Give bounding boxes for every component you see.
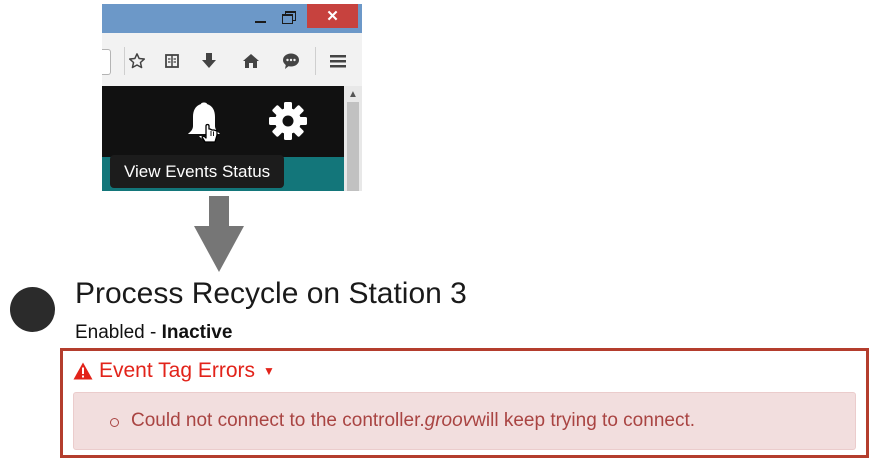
close-button[interactable]: ✕ bbox=[307, 4, 358, 28]
home-icon[interactable] bbox=[240, 51, 262, 71]
window-titlebar: ✕ bbox=[102, 4, 362, 33]
browser-snippet: ✕ ▲ View Events Status bbox=[102, 4, 362, 191]
browser-toolbar bbox=[102, 33, 362, 87]
caret-down-icon: ▼ bbox=[263, 364, 275, 378]
error-text-part1: Could not connect to the controller. bbox=[131, 410, 425, 431]
event-status-value: Inactive bbox=[161, 322, 233, 343]
warning-icon bbox=[73, 362, 93, 380]
event-status: Enabled - Inactive bbox=[75, 321, 232, 345]
menu-icon[interactable] bbox=[327, 51, 349, 71]
download-icon[interactable] bbox=[198, 51, 220, 71]
app-navbar bbox=[102, 86, 344, 157]
event-tag-errors-label: Event Tag Errors bbox=[99, 359, 256, 382]
error-text-product: groov bbox=[424, 410, 473, 431]
vertical-scrollbar[interactable]: ▲ bbox=[344, 86, 362, 191]
reading-list-icon[interactable] bbox=[161, 51, 183, 71]
restore-icon[interactable] bbox=[282, 11, 296, 24]
chat-icon[interactable] bbox=[280, 51, 302, 71]
gear-icon[interactable] bbox=[267, 100, 309, 147]
event-status-prefix: Enabled - bbox=[75, 322, 162, 343]
close-icon: ✕ bbox=[326, 8, 339, 25]
error-list-item: Could not connect to the controller. gro… bbox=[110, 410, 695, 432]
toolbar-divider bbox=[124, 47, 125, 75]
page-viewport: ▲ View Events Status bbox=[102, 86, 362, 191]
event-status-indicator bbox=[10, 287, 55, 332]
event-tag-errors-box: Event Tag Errors ▼ Could not connect to … bbox=[60, 348, 869, 458]
scrollbar-thumb[interactable] bbox=[347, 102, 359, 191]
scroll-up-icon[interactable]: ▲ bbox=[348, 89, 358, 100]
view-events-tooltip: View Events Status bbox=[110, 155, 285, 188]
toolbar-divider bbox=[315, 47, 316, 75]
bullet-circle-icon bbox=[110, 417, 119, 427]
url-bar[interactable] bbox=[102, 49, 111, 75]
minimize-icon[interactable] bbox=[250, 8, 270, 28]
bell-icon[interactable] bbox=[184, 100, 224, 151]
event-title: Process Recycle on Station 3 bbox=[75, 277, 467, 310]
error-message-panel: Could not connect to the controller. gro… bbox=[73, 392, 856, 450]
star-icon[interactable] bbox=[126, 51, 148, 71]
error-text-part2: will keep trying to connect. bbox=[472, 410, 696, 431]
event-tag-errors-toggle[interactable]: Event Tag Errors ▼ bbox=[73, 359, 275, 383]
down-arrow-icon bbox=[190, 196, 248, 279]
